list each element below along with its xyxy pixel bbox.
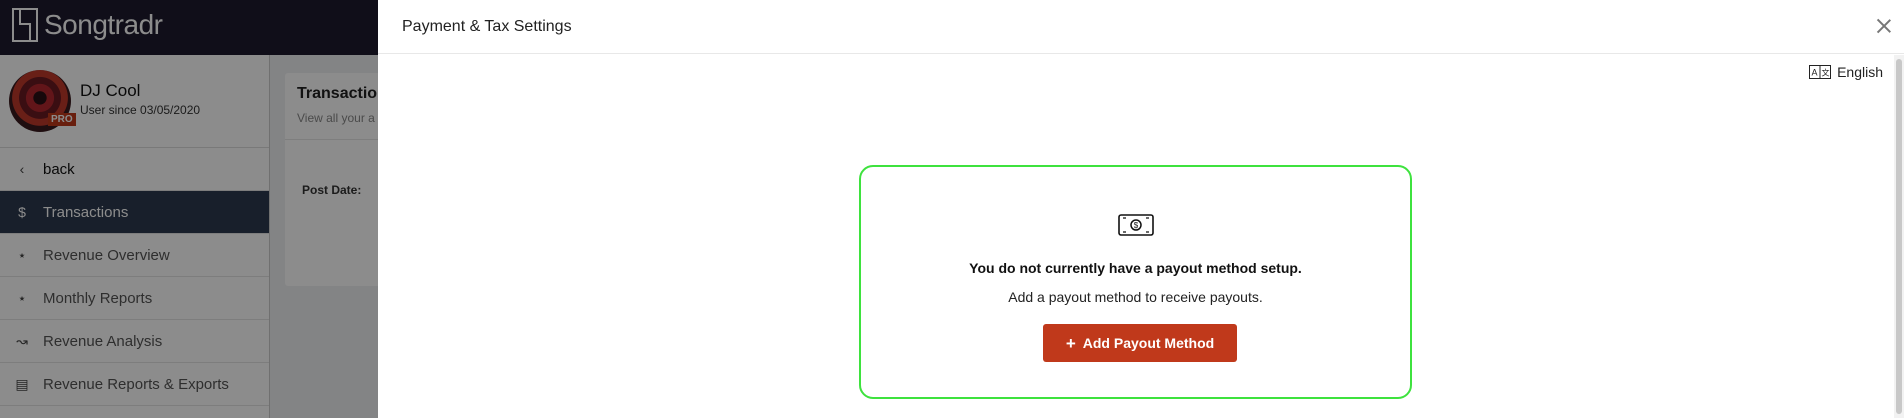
scrollbar-thumb[interactable] [1896,59,1902,414]
payment-settings-drawer: Payment & Tax Settings A 文 English $ You… [378,0,1904,418]
svg-text:$: $ [1134,221,1139,230]
money-icon: $ [1118,214,1154,236]
empty-payout-state: $ You do not currently have a payout met… [859,165,1412,399]
drawer-header: Payment & Tax Settings [378,0,1904,54]
language-label: English [1837,64,1883,80]
add-payout-label: Add Payout Method [1082,335,1215,351]
plus-icon: + [1065,333,1076,353]
language-selector[interactable]: A 文 English [1809,64,1883,80]
svg-text:文: 文 [1822,68,1830,78]
add-payout-method-button[interactable]: + Add Payout Method [1043,324,1237,362]
empty-state-title: You do not currently have a payout metho… [969,260,1302,276]
empty-state-subtitle: Add a payout method to receive payouts. [1008,289,1263,305]
svg-text:A: A [1812,68,1818,78]
close-icon[interactable] [1874,16,1894,36]
drawer-title: Payment & Tax Settings [402,18,572,35]
scrollbar[interactable] [1894,55,1904,418]
translate-icon: A 文 [1809,65,1832,79]
